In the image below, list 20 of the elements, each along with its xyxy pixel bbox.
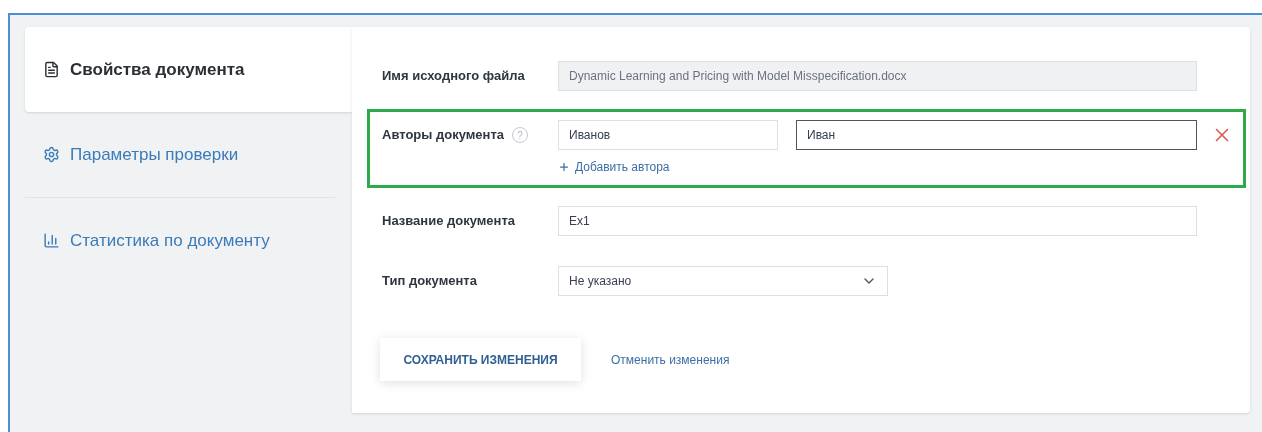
cancel-link[interactable]: Отменить изменения — [611, 350, 730, 369]
plus-icon — [558, 161, 570, 173]
sidebar-tab[interactable]: Параметры проверки — [25, 112, 352, 197]
type-dropdown[interactable]: Не указано — [558, 266, 888, 296]
document-icon — [43, 61, 60, 78]
last-name-field[interactable]: Иванов — [558, 120, 778, 150]
gear-icon — [43, 146, 60, 163]
first-name-field[interactable]: Иван — [796, 120, 1197, 150]
field-label: Название документа — [382, 212, 517, 231]
sidebar-tab[interactable]: Статистика по документу — [25, 198, 352, 283]
save-button[interactable]: СОХРАНИТЬ ИЗМЕНЕНИЯ — [380, 338, 581, 381]
sidebar-tab[interactable]: Свойства документа — [25, 27, 352, 112]
field-label: Тип документа — [382, 272, 478, 291]
bar-chart-icon — [43, 232, 60, 249]
field-label: Имя исходного файла — [382, 67, 526, 86]
dropdown-value: Не указано — [569, 273, 632, 290]
file-name-field: Dynamic Learning and Pricing with Model Misspecification.docx — [558, 61, 1197, 91]
title-field[interactable]: Ex1 — [558, 206, 1197, 236]
add-author-link[interactable]: Добавить автора — [558, 158, 1233, 176]
field-label: Авторы документа — [382, 126, 505, 145]
